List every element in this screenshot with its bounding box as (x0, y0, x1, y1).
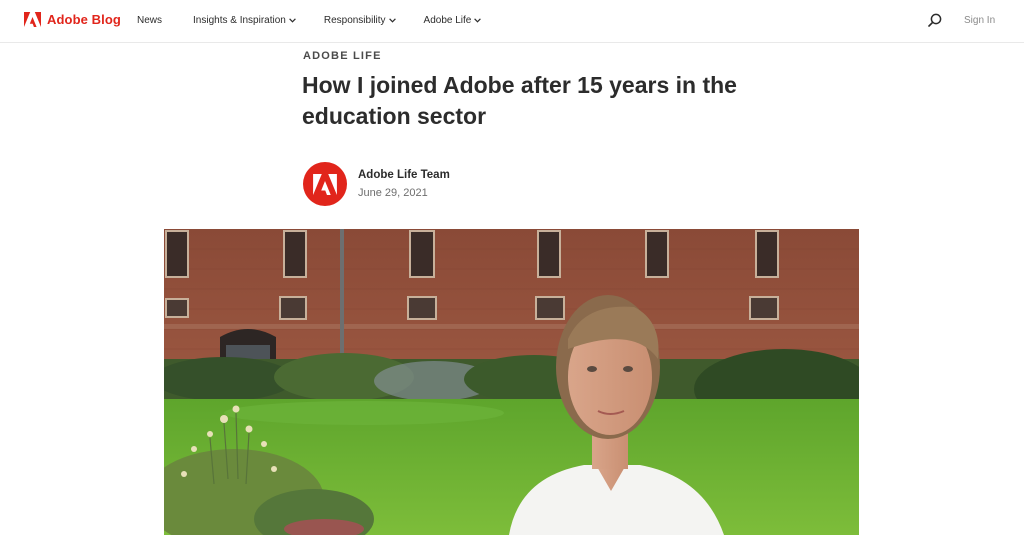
nav-item-label: Insights & Inspiration (193, 15, 286, 26)
nav-item-adobe-life[interactable]: Adobe Life (424, 15, 482, 26)
adobe-logo-icon (24, 12, 41, 27)
brand-link[interactable]: Adobe Blog (24, 12, 121, 27)
author-name[interactable]: Adobe Life Team (358, 169, 450, 181)
chevron-down-icon (474, 18, 482, 23)
sign-in-link[interactable]: Sign In (964, 15, 995, 26)
chevron-down-icon (289, 18, 296, 23)
author-meta: Adobe Life Team June 29, 2021 (358, 169, 450, 199)
main-nav: News Insights & Inspiration Responsibili… (137, 15, 482, 26)
publish-date: June 29, 2021 (358, 187, 428, 199)
hero-image (164, 229, 859, 535)
adobe-logo-icon (313, 173, 337, 195)
brand-name: Adobe Blog (47, 12, 121, 27)
author-byline: Adobe Life Team June 29, 2021 (303, 162, 450, 206)
article-title: How I joined Adobe after 15 years in the… (302, 72, 737, 129)
nav-item-label: Adobe Life (423, 15, 472, 26)
nav-item-responsibility[interactable]: Responsibility (324, 15, 396, 26)
search-button[interactable] (928, 13, 942, 32)
nav-item-news[interactable]: News (137, 15, 162, 26)
nav-item-label: News (137, 15, 163, 26)
chevron-down-icon (388, 18, 396, 23)
article-category[interactable]: ADOBE LIFE (303, 50, 382, 62)
avatar[interactable] (303, 162, 347, 206)
nav-item-insights-inspiration[interactable]: Insights & Inspiration (193, 15, 296, 26)
site-header: Adobe Blog News Insights & Inspiration R… (0, 0, 1024, 43)
nav-item-label: Responsibility (323, 15, 386, 26)
search-icon (928, 13, 942, 27)
